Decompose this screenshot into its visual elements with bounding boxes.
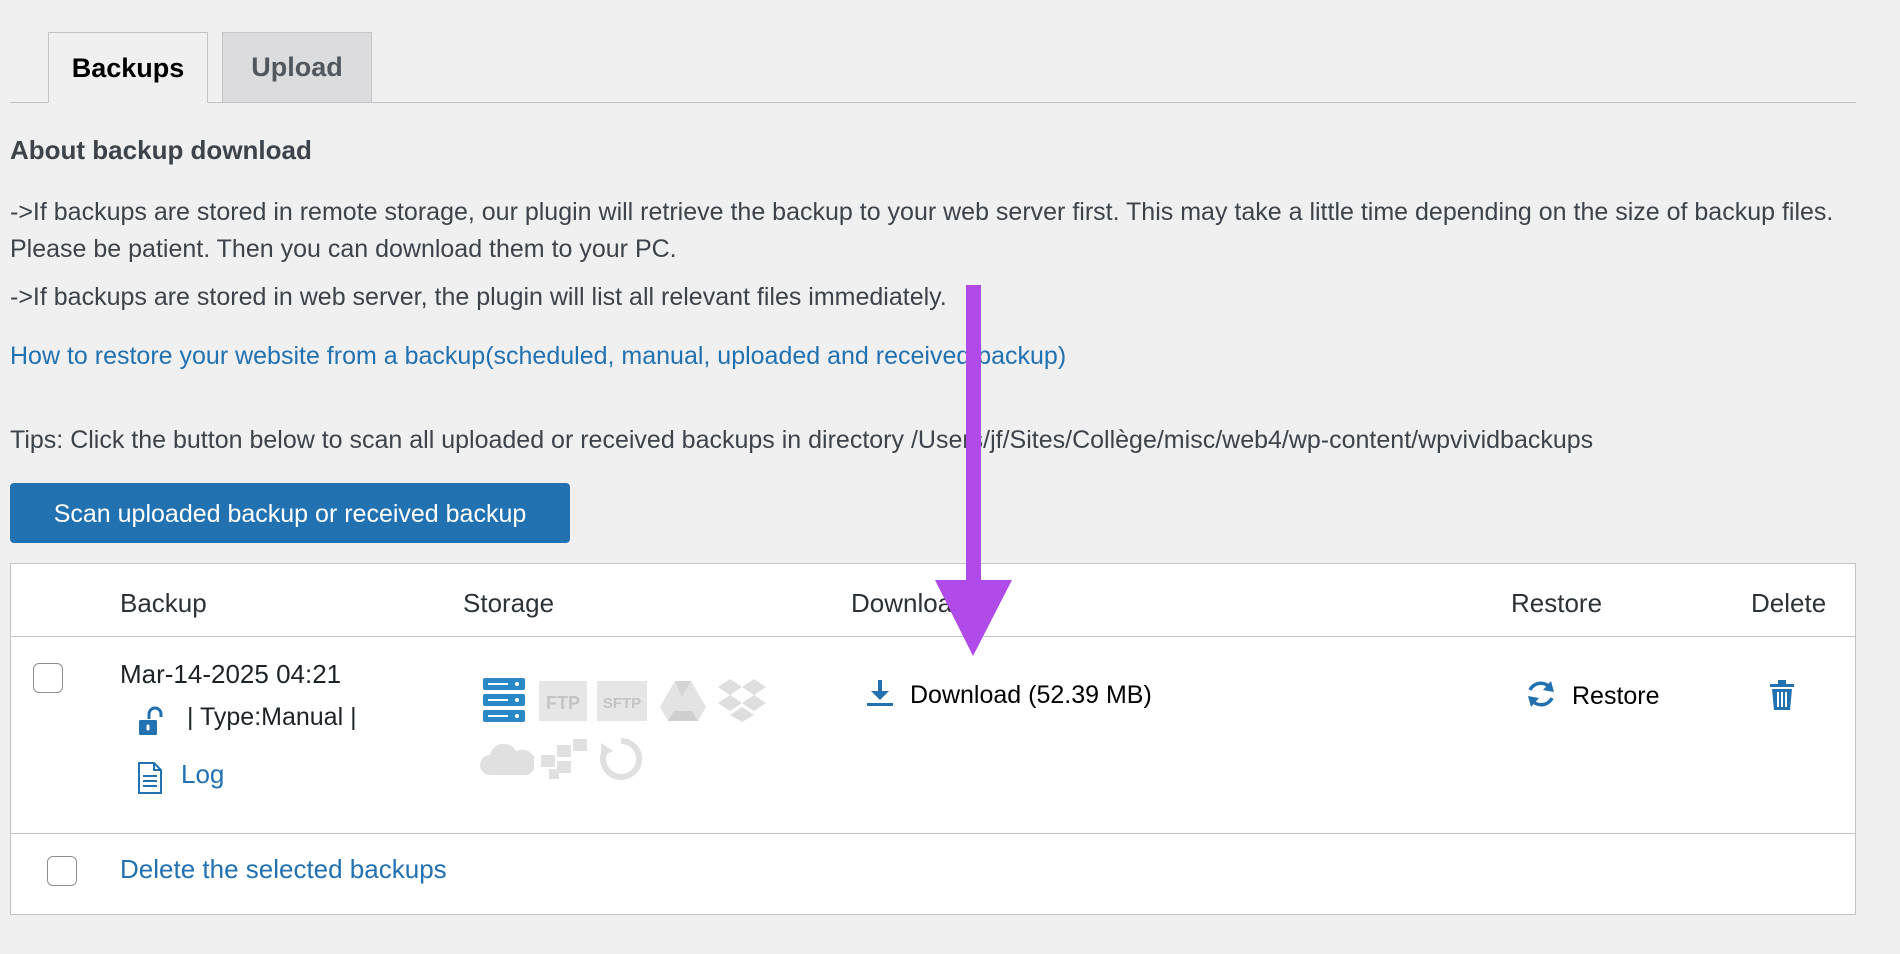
table-row: Mar-14-2025 04:21 | Type:Manual | Log FT… <box>11 637 1855 834</box>
refresh-icon[interactable] <box>1524 677 1558 716</box>
header-delete: Delete <box>1751 588 1827 618</box>
tab-upload[interactable]: Upload <box>222 32 372 102</box>
tab-bar: Backups Upload <box>10 0 1856 103</box>
google-drive-icon <box>658 679 708 728</box>
about-heading: About backup download <box>10 135 312 165</box>
server-icon <box>482 677 526 728</box>
restore-guide-link[interactable]: How to restore your website from a backu… <box>10 342 1066 371</box>
svg-text:FTP: FTP <box>546 693 580 713</box>
about-paragraph-local: ->If backups are stored in web server, t… <box>10 283 947 311</box>
tips-text: Tips: Click the button below to scan all… <box>10 426 1594 454</box>
trash-icon[interactable] <box>1767 679 1797 716</box>
tab-backups[interactable]: Backups <box>48 32 208 103</box>
svg-text:SFTP: SFTP <box>603 695 641 712</box>
onedrive-icon <box>478 741 536 782</box>
dropbox-icon <box>716 677 768 728</box>
log-link[interactable]: Log <box>181 759 224 790</box>
select-all-checkbox[interactable] <box>47 856 77 886</box>
header-restore: Restore <box>1511 588 1603 618</box>
backup-table: Backup Storage Download Restore Delete M… <box>10 563 1856 915</box>
header-storage: Storage <box>463 588 555 618</box>
download-label[interactable]: Download (52.39 MB) <box>910 681 1152 710</box>
header-download: Download <box>851 588 967 618</box>
scan-backup-button[interactable]: Scan uploaded backup or received backup <box>10 483 570 543</box>
header-backup: Backup <box>120 588 207 618</box>
backup-type: | Type:Manual | <box>187 703 357 731</box>
restore-label[interactable]: Restore <box>1572 682 1660 711</box>
sftp-icon: SFTP <box>597 681 647 726</box>
delete-selected-link[interactable]: Delete the selected backups <box>120 854 447 885</box>
ftp-icon: FTP <box>539 681 587 726</box>
download-action[interactable]: Download (52.39 MB) <box>864 677 1152 714</box>
unlock-icon[interactable] <box>135 705 169 744</box>
row-checkbox[interactable] <box>33 663 63 693</box>
about-paragraph-remote: ->If backups are stored in remote storag… <box>10 198 1834 263</box>
s3-icon <box>539 737 591 786</box>
table-header: Backup Storage Download Restore Delete <box>11 564 1855 637</box>
download-icon[interactable] <box>864 677 896 714</box>
backup-date: Mar-14-2025 04:21 <box>120 659 342 689</box>
pcloud-icon <box>599 737 643 786</box>
restore-action[interactable]: Restore <box>1524 677 1660 716</box>
log-file-icon[interactable] <box>135 761 165 800</box>
table-footer: Delete the selected backups <box>11 834 1855 914</box>
